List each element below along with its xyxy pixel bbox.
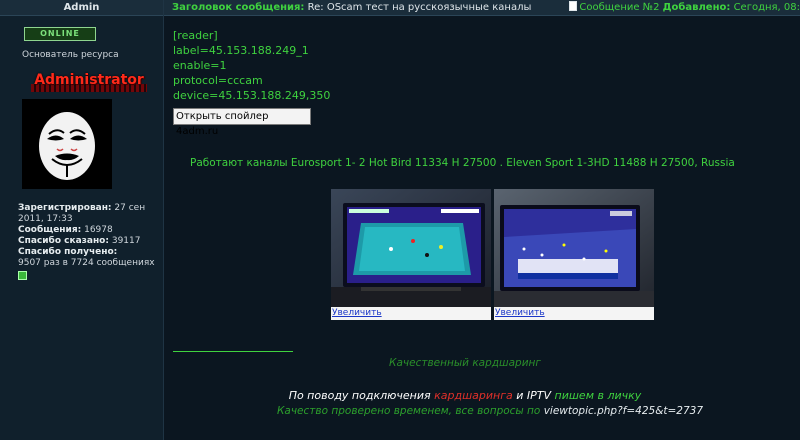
config-line: device=45.153.188.249,350 [173,89,331,102]
config-line: enable=1 [173,59,227,72]
post-header: Заголовок сообщения: Re: OScam тест на р… [164,0,800,16]
signature-line-3: Качество проверено временем, все вопросы… [276,405,704,417]
post-link-icon[interactable] [569,1,578,11]
signature-line-2: По поводу подключения кардшаринга и IPTV… [288,389,642,402]
config-line: label=45.153.188.249_1 [173,44,309,57]
open-spoiler-button[interactable]: Открыть спойлер 4adm.ru [173,108,311,137]
avatar[interactable] [22,99,112,189]
topic-link[interactable]: viewtopic.php?f=425&t=2737 [544,405,703,417]
signature-divider [173,351,293,352]
post-subject[interactable]: Re: OScam тест на русскоязычные каналы [308,2,532,13]
online-indicator-icon [18,271,27,280]
image-thumbnail-1[interactable]: Увеличить [331,189,491,320]
pm-link[interactable]: пишем в личку [555,389,642,402]
added-label: Добавлено: [662,2,731,13]
online-status-badge: Online [24,27,96,41]
reader-config: [reader] label=45.153.188.249_1 enable=1… [173,28,330,103]
user-title: Основатель ресурса [22,50,119,60]
image-thumbnail-2[interactable]: Увеличить [494,189,654,320]
user-stats: Зарегистрирован: 27 сен 2011, 17:33 Сооб… [18,203,158,284]
tv-football-image [494,189,654,307]
config-line: [reader] [173,29,218,42]
signature-line-1: Качественный кардшаринг [389,357,541,369]
enlarge-link[interactable]: Увеличить [332,307,382,319]
rank-banner: Administrator [31,72,147,96]
username[interactable]: Admin [0,0,163,16]
rank-label: Administrator [34,72,144,88]
post-meta: Сообщение №2 Добавлено: Сегодня, 08: [569,0,800,15]
channels-text: Работают каналы Eurosport 1- 2 Hot Bird … [190,157,735,169]
cardsharing-link[interactable]: кардшаринга [434,389,513,402]
post-number[interactable]: Сообщение №2 [579,2,659,13]
forum-post: Admin Online Основатель ресурса Administ… [0,0,800,440]
stat-thanks-received: Спасибо получено: 9507 раз в 7724 сообщен… [18,247,155,268]
enlarge-link[interactable]: Увеличить [495,307,545,319]
stat-thanks-given: Спасибо сказано: 39117 [18,236,141,246]
config-line: protocol=cccam [173,74,263,87]
subject-label: Заголовок сообщения: [172,2,305,13]
stat-registered: Зарегистрирован: 27 сен 2011, 17:33 [18,203,146,224]
mask-avatar-icon [22,99,112,189]
user-profile-column: Admin Online Основатель ресурса Administ… [0,0,164,440]
tv-snooker-image [331,189,491,307]
stat-posts: Сообщения: 16978 [18,225,113,235]
post-date: Сегодня, 08: [733,2,800,13]
